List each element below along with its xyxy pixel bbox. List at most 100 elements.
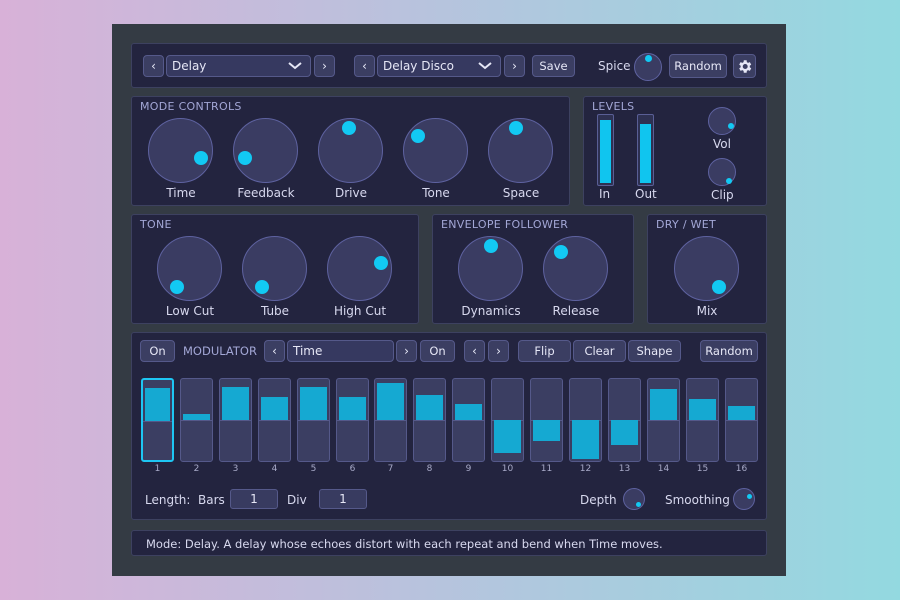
chevron-right-icon: › <box>496 344 501 358</box>
mix-knob-label: Mix <box>696 304 718 318</box>
time-knob[interactable] <box>148 118 213 183</box>
tone-knob-label: Tone <box>422 186 450 200</box>
tube-knob[interactable] <box>242 236 307 301</box>
modulator-on-button[interactable]: On <box>140 340 175 362</box>
step-value-bar <box>339 397 366 420</box>
step-number-label: 2 <box>193 464 200 474</box>
status-bar: Mode: Delay. A delay whose echoes distor… <box>131 530 767 556</box>
tone-knob[interactable] <box>403 118 468 183</box>
mode-controls-title: MODE CONTROLS <box>140 100 242 113</box>
step-value-bar <box>377 383 404 420</box>
dry-wet-title: DRY / WET <box>656 218 717 231</box>
space-knob[interactable] <box>488 118 553 183</box>
vol-knob[interactable] <box>708 107 736 135</box>
step-center-line <box>453 420 484 421</box>
category-select[interactable]: Delay <box>166 55 311 77</box>
step-10[interactable] <box>491 378 524 462</box>
step-number-label: 16 <box>735 464 748 474</box>
step-9[interactable] <box>452 378 485 462</box>
step-number-label: 1 <box>154 464 161 474</box>
step-8[interactable] <box>413 378 446 462</box>
spice-label: Spice <box>598 59 631 73</box>
random-preset-button[interactable]: Random <box>669 54 727 78</box>
mod-target-next-button[interactable]: › <box>396 340 417 362</box>
modulator-random-button[interactable]: Random <box>700 340 758 362</box>
bars-label: Bars <box>198 493 225 507</box>
div-input[interactable]: 1 <box>319 489 367 509</box>
clip-knob-indicator <box>726 178 732 184</box>
time-knob-indicator <box>194 151 208 165</box>
preset-select[interactable]: Delay Disco <box>377 55 501 77</box>
settings-button[interactable] <box>733 54 756 78</box>
drive-knob[interactable] <box>318 118 383 183</box>
step-value-bar <box>145 388 170 421</box>
feedback-knob[interactable] <box>233 118 298 183</box>
bars-input[interactable]: 1 <box>230 489 278 509</box>
step-5[interactable] <box>297 378 330 462</box>
release-knob[interactable] <box>543 236 608 301</box>
category-prev-button[interactable]: ‹ <box>143 55 164 77</box>
step-center-line <box>298 420 329 421</box>
step-16[interactable] <box>725 378 758 462</box>
time-knob-label: Time <box>166 186 196 200</box>
length-label: Length: <box>145 493 191 507</box>
mod-target-select[interactable]: Time <box>287 340 394 362</box>
low-cut-knob-indicator <box>170 280 184 294</box>
depth-knob[interactable] <box>623 488 645 510</box>
save-button[interactable]: Save <box>532 55 575 77</box>
output-meter-label: Out <box>635 187 657 201</box>
step-13[interactable] <box>608 378 641 462</box>
step-4[interactable] <box>258 378 291 462</box>
low-cut-knob-label: Low Cut <box>165 304 215 318</box>
gear-icon <box>736 60 753 78</box>
step-15[interactable] <box>686 378 719 462</box>
flip-button[interactable]: Flip <box>518 340 571 362</box>
step-12[interactable] <box>569 378 602 462</box>
mix-knob[interactable] <box>674 236 739 301</box>
clear-button[interactable]: Clear <box>573 340 626 362</box>
shape-button[interactable]: Shape <box>628 340 681 362</box>
levels-title: LEVELS <box>592 100 635 113</box>
smoothing-knob[interactable] <box>733 488 755 510</box>
mod-target-prev-button[interactable]: ‹ <box>264 340 285 362</box>
chevron-down-icon <box>478 56 492 70</box>
step-7[interactable] <box>374 378 407 462</box>
dynamics-knob-label: Dynamics <box>461 304 521 318</box>
mod-target-on-button[interactable]: On <box>420 340 455 362</box>
tone-title: TONE <box>140 218 172 231</box>
step-value-bar <box>300 387 327 420</box>
category-next-button[interactable]: › <box>314 55 335 77</box>
step-value-bar <box>611 420 638 445</box>
input-meter-fill <box>600 120 611 183</box>
step-14[interactable] <box>647 378 680 462</box>
high-cut-knob-label: High Cut <box>333 304 387 318</box>
mod-page-prev-button[interactable]: ‹ <box>464 340 485 362</box>
step-11[interactable] <box>530 378 563 462</box>
input-meter-label: In <box>599 187 611 201</box>
dynamics-knob[interactable] <box>458 236 523 301</box>
space-knob-label: Space <box>502 186 540 200</box>
spice-knob[interactable] <box>634 53 662 81</box>
step-number-label: 6 <box>349 464 356 474</box>
depth-label: Depth <box>580 493 617 507</box>
preset-prev-button[interactable]: ‹ <box>354 55 375 77</box>
preset-next-button[interactable]: › <box>504 55 525 77</box>
low-cut-knob[interactable] <box>157 236 222 301</box>
mod-page-next-button[interactable]: › <box>488 340 509 362</box>
step-number-label: 9 <box>465 464 472 474</box>
status-text: Mode: Delay. A delay whose echoes distor… <box>146 537 663 551</box>
tube-knob-indicator <box>255 280 269 294</box>
chevron-left-icon: ‹ <box>272 344 277 358</box>
feedback-knob-indicator <box>238 151 252 165</box>
step-1[interactable] <box>141 378 174 462</box>
step-value-bar <box>261 397 288 420</box>
step-3[interactable] <box>219 378 252 462</box>
spice-knob-indicator <box>645 55 652 62</box>
step-2[interactable] <box>180 378 213 462</box>
clip-knob[interactable] <box>708 158 736 186</box>
chevron-down-icon <box>288 56 302 70</box>
high-cut-knob[interactable] <box>327 236 392 301</box>
step-6[interactable] <box>336 378 369 462</box>
chevron-left-icon: ‹ <box>472 344 477 358</box>
step-center-line <box>414 420 445 421</box>
